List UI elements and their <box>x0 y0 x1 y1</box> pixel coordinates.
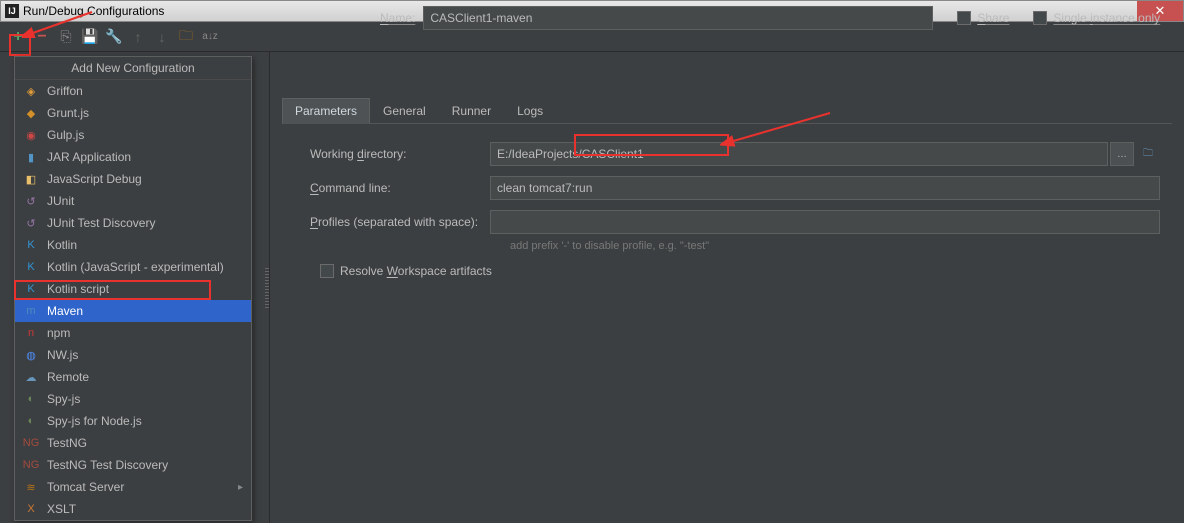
profiles-input[interactable] <box>490 210 1160 234</box>
popup-item-npm[interactable]: nnpm <box>15 322 251 344</box>
submenu-arrow-icon: ▸ <box>238 482 243 493</box>
config-type-icon: ◆ <box>23 105 39 121</box>
config-type-icon: ◉ <box>23 127 39 143</box>
config-type-icon: ▮ <box>23 149 39 165</box>
popup-item-label: Kotlin (JavaScript - experimental) <box>47 260 224 274</box>
profiles-hint: add prefix '-' to disable profile, e.g. … <box>510 240 1160 252</box>
popup-item-label: JUnit Test Discovery <box>47 216 155 230</box>
name-input[interactable] <box>423 6 933 30</box>
popup-item-label: Grunt.js <box>47 106 89 120</box>
popup-item-spy-js-for-node-js[interactable]: ◐ Spy-js for Node.js <box>15 410 251 432</box>
sort-button[interactable]: a↓z <box>202 29 218 45</box>
config-type-icon: ◍ <box>23 347 39 363</box>
move-up-button[interactable]: ↑ <box>130 29 146 45</box>
parameters-form: Working directory: … 🗀 Command line: Pro… <box>282 124 1172 278</box>
popup-item-junit[interactable]: ↺ JUnit <box>15 190 251 212</box>
folder-button[interactable]: 🗀 <box>178 29 194 45</box>
popup-item-label: XSLT <box>47 502 76 516</box>
config-type-icon: ☁ <box>23 369 39 385</box>
config-type-icon: K <box>23 281 39 297</box>
copy-button[interactable]: ⎘ <box>58 29 74 45</box>
popup-item-label: Kotlin script <box>47 282 109 296</box>
popup-item-xslt[interactable]: X XSLT <box>15 498 251 520</box>
resizer-icon[interactable] <box>265 268 269 308</box>
add-config-popup: Add New Configuration ◈ Griffon ◆ Grunt.js ◉… <box>14 56 252 521</box>
popup-item-javascript-debug[interactable]: ◧ JavaScript Debug <box>15 168 251 190</box>
config-type-icon: ≋ <box>23 479 39 495</box>
popup-item-kotlin-script[interactable]: K Kotlin script <box>15 278 251 300</box>
popup-item-nw-js[interactable]: ◍ NW.js <box>15 344 251 366</box>
popup-title: Add New Configuration <box>15 57 251 80</box>
content-panel: Parameters General Runner Logs Working d… <box>270 52 1184 523</box>
working-dir-input[interactable] <box>490 142 1108 166</box>
popup-item-label: Tomcat Server <box>47 480 124 494</box>
popup-item-junit-test-discovery[interactable]: ↺ JUnit Test Discovery <box>15 212 251 234</box>
popup-item-griffon[interactable]: ◈ Griffon <box>15 80 251 102</box>
popup-item-spy-js[interactable]: ◐ Spy-js <box>15 388 251 410</box>
command-line-label: Command line: <box>310 181 490 195</box>
config-type-icon: NG <box>23 457 39 473</box>
save-button[interactable]: 💾 <box>82 29 98 45</box>
popup-item-label: npm <box>47 326 70 340</box>
popup-item-maven[interactable]: m Maven <box>15 300 251 322</box>
tree-button[interactable]: 🗀 <box>1136 142 1160 166</box>
config-type-icon: n <box>23 325 39 341</box>
config-type-icon: ◐ <box>23 413 39 429</box>
popup-item-kotlin-javascript-experimental-[interactable]: K Kotlin (JavaScript - experimental) <box>15 256 251 278</box>
config-type-icon: ◐ <box>23 391 39 407</box>
popup-item-jar-application[interactable]: ▮ JAR Application <box>15 146 251 168</box>
tabs: Parameters General Runner Logs <box>282 98 1172 124</box>
command-line-input[interactable] <box>490 176 1160 200</box>
config-type-icon: ↺ <box>23 193 39 209</box>
tab-parameters[interactable]: Parameters <box>282 98 370 124</box>
config-type-icon: ◈ <box>23 83 39 99</box>
popup-item-label: Griffon <box>47 84 83 98</box>
window-title: Run/Debug Configurations <box>23 4 164 18</box>
popup-item-grunt-js[interactable]: ◆ Grunt.js <box>15 102 251 124</box>
popup-item-remote[interactable]: ☁ Remote <box>15 366 251 388</box>
popup-item-label: JavaScript Debug <box>47 172 142 186</box>
popup-item-label: JUnit <box>47 194 74 208</box>
working-dir-label: Working directory: <box>310 147 490 161</box>
popup-item-label: Kotlin <box>47 238 77 252</box>
name-label: Name: <box>380 11 415 25</box>
browse-button[interactable]: … <box>1110 142 1134 166</box>
popup-item-label: Spy-js for Node.js <box>47 414 142 428</box>
config-type-icon: X <box>23 501 39 517</box>
tab-logs[interactable]: Logs <box>504 98 556 123</box>
config-type-icon: ◧ <box>23 171 39 187</box>
move-down-button[interactable]: ↓ <box>154 29 170 45</box>
popup-item-kotlin[interactable]: K Kotlin <box>15 234 251 256</box>
config-type-icon: ↺ <box>23 215 39 231</box>
profiles-label: Profiles (separated with space): <box>310 215 490 229</box>
popup-item-label: JAR Application <box>47 150 131 164</box>
popup-item-gulp-js[interactable]: ◉ Gulp.js <box>15 124 251 146</box>
config-type-icon: K <box>23 259 39 275</box>
popup-item-label: TestNG Test Discovery <box>47 458 168 472</box>
name-row: Name: Share Single instance only <box>380 6 1166 30</box>
popup-item-testng-test-discovery[interactable]: NG TestNG Test Discovery <box>15 454 251 476</box>
popup-item-label: NW.js <box>47 348 78 362</box>
wrench-icon[interactable]: 🔧 <box>106 29 122 45</box>
single-instance-checkbox[interactable]: Single instance only <box>1033 11 1160 25</box>
popup-item-label: Maven <box>47 304 83 318</box>
add-config-button[interactable]: + <box>10 29 26 45</box>
popup-item-label: Remote <box>47 370 89 384</box>
popup-item-label: Spy-js <box>47 392 80 406</box>
popup-item-tomcat-server[interactable]: ≋ Tomcat Server ▸ <box>15 476 251 498</box>
share-checkbox[interactable]: Share <box>957 11 1009 25</box>
app-icon: IJ <box>5 4 19 18</box>
config-type-icon: NG <box>23 435 39 451</box>
tab-runner[interactable]: Runner <box>439 98 504 123</box>
popup-item-label: Gulp.js <box>47 128 84 142</box>
tab-general[interactable]: General <box>370 98 439 123</box>
resolve-checkbox[interactable]: Resolve Workspace artifacts <box>320 264 1160 278</box>
remove-config-button[interactable]: − <box>34 29 50 45</box>
popup-item-testng[interactable]: NG TestNG <box>15 432 251 454</box>
popup-item-label: TestNG <box>47 436 87 450</box>
config-type-icon: K <box>23 237 39 253</box>
config-type-icon: m <box>23 303 39 319</box>
